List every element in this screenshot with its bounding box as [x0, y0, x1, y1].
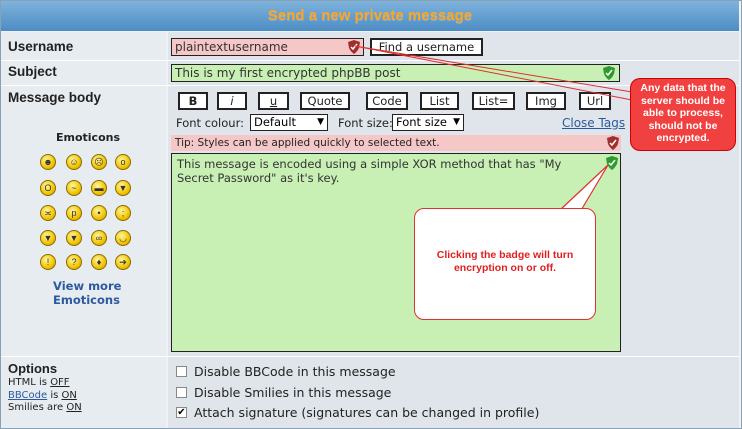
grin-emoticon-icon[interactable]: ☻	[40, 154, 56, 170]
callout-server-data: Any data that the server should be able …	[630, 78, 736, 151]
smilies-status-prefix: Smilies are	[8, 402, 67, 413]
surprised-emoticon-icon[interactable]: o	[115, 154, 131, 170]
sad-emoticon-icon[interactable]: ☹	[91, 154, 107, 170]
subject-input[interactable]: This is my first encrypted phpBB post	[171, 64, 620, 82]
page-title: Send a new private message	[267, 7, 473, 24]
font-colour-label: Font colour:	[176, 116, 244, 130]
exclaim-emoticon-icon[interactable]: !	[40, 254, 56, 270]
bbcode-status-value: ON	[61, 390, 77, 401]
message-body-label: Message body	[8, 90, 102, 105]
tip-text: Tip: Styles can be applied quickly to se…	[175, 137, 440, 149]
underline-button[interactable]: u	[258, 92, 289, 110]
wink-emoticon-icon[interactable]: ◡	[115, 230, 131, 246]
url-button[interactable]: Url	[579, 92, 611, 110]
find-username-button[interactable]: Find a username	[370, 38, 483, 56]
bbcode-status: BBCode is ON	[8, 390, 77, 401]
twisted-emoticon-icon[interactable]: ▼	[66, 230, 82, 246]
shield-icon[interactable]	[603, 66, 615, 80]
disable-smilies-checkbox[interactable]	[176, 387, 187, 398]
row-divider	[1, 60, 739, 61]
html-status-value: OFF	[50, 377, 70, 388]
callout-badge-toggle-text: Clicking the badge will turn encryption …	[436, 249, 574, 274]
options-title: Options	[8, 361, 58, 376]
form-header: Send a new private message	[1, 1, 739, 31]
idea-emoticon-icon[interactable]: ♦	[91, 254, 107, 270]
chevron-down-icon: ▼	[453, 117, 460, 127]
arrow-emoticon-icon[interactable]: ➔	[115, 254, 131, 270]
bold-button[interactable]: B	[178, 92, 208, 110]
view-more-line-2: Emoticons	[53, 293, 120, 307]
font-size-label: Font size:	[338, 116, 393, 130]
smile-emoticon-icon[interactable]: ☺	[66, 154, 82, 170]
attach-signature-label: Attach signature (signatures can be chan…	[194, 405, 540, 420]
username-label: Username	[8, 39, 74, 54]
view-more-emoticons-link[interactable]: View more Emoticons	[53, 279, 121, 307]
html-status-prefix: HTML is	[8, 377, 51, 388]
italic-button[interactable]: i	[217, 92, 247, 110]
bbcode-status-mid: is	[47, 390, 62, 401]
font-size-value: Font size	[396, 115, 447, 129]
font-colour-value: Default	[254, 115, 297, 129]
callout-badge-toggle: Clicking the badge will turn encryption …	[414, 208, 596, 320]
embarrassed-emoticon-icon[interactable]: •	[91, 205, 107, 221]
bbcode-link[interactable]: BBCode	[8, 390, 47, 401]
quote-button[interactable]: Quote	[300, 92, 350, 110]
confused-emoticon-icon[interactable]: ~	[66, 180, 82, 196]
rolleyes-emoticon-icon[interactable]: ∞	[91, 230, 107, 246]
shield-icon[interactable]	[348, 40, 360, 54]
smilies-status-value: ON	[66, 402, 82, 413]
list-button[interactable]: List	[420, 92, 459, 110]
disable-bbcode-checkbox[interactable]	[176, 366, 187, 377]
row-divider	[1, 85, 739, 86]
subject-value: This is my first encrypted phpBB post	[175, 66, 401, 80]
message-body-text: This message is encoded using a simple X…	[177, 157, 562, 185]
callout-server-data-text: Any data that the server should be able …	[640, 82, 726, 144]
razz-emoticon-icon[interactable]: p	[66, 205, 82, 221]
font-size-select[interactable]: Font size ▼	[392, 114, 464, 131]
crying-emoticon-icon[interactable]: ;	[115, 205, 131, 221]
view-more-line-1: View more	[53, 279, 122, 293]
laughing-emoticon-icon[interactable]: ▼	[115, 180, 131, 196]
shield-icon[interactable]	[607, 136, 619, 150]
font-colour-select[interactable]: Default ▼	[250, 114, 328, 131]
username-input[interactable]: plaintextusername	[171, 38, 364, 56]
img-button[interactable]: Img	[526, 92, 566, 110]
emoticons-title: Emoticons	[56, 131, 121, 144]
eek-emoticon-icon[interactable]: O	[40, 180, 56, 196]
username-value: plaintextusername	[175, 40, 288, 54]
disable-bbcode-label: Disable BBCode in this message	[194, 364, 396, 379]
shield-icon[interactable]	[606, 156, 618, 170]
evil-emoticon-icon[interactable]: ▼	[40, 230, 56, 246]
chevron-down-icon: ▼	[317, 117, 324, 127]
row-divider	[1, 356, 739, 357]
disable-smilies-label: Disable Smilies in this message	[194, 385, 392, 400]
close-tags-link[interactable]: Close Tags	[562, 116, 625, 130]
question-emoticon-icon[interactable]: ?	[66, 254, 82, 270]
cool-emoticon-icon[interactable]: ▬	[91, 180, 107, 196]
mad-emoticon-icon[interactable]: ≍	[40, 205, 56, 221]
html-status: HTML is OFF	[8, 377, 70, 388]
code-button[interactable]: Code	[366, 92, 408, 110]
list-ordered-button[interactable]: List=	[472, 92, 515, 110]
subject-label: Subject	[8, 64, 57, 79]
smilies-status: Smilies are ON	[8, 402, 82, 413]
attach-signature-checkbox[interactable]: ✔	[176, 407, 187, 418]
